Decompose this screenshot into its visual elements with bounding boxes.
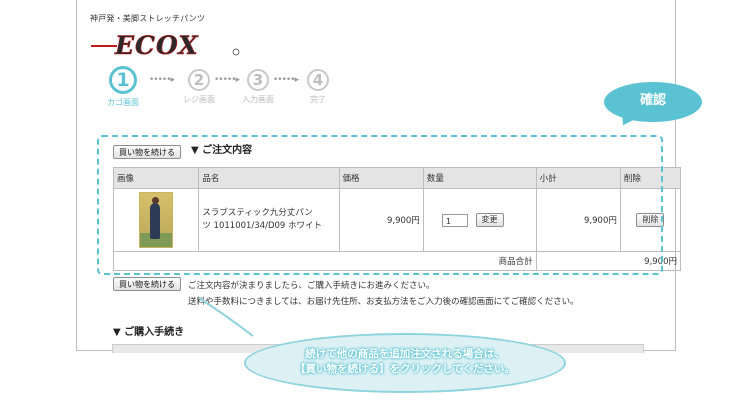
- step-1-number: 1: [109, 66, 137, 94]
- step-arrow-1: •••••▸: [149, 75, 175, 85]
- step-1-label: カゴ画面: [107, 98, 139, 107]
- logo-text: ECOX: [114, 31, 199, 60]
- proceed-note: ご注文内容が決まりましたら、ご購入手続きにお進みください。: [188, 281, 435, 291]
- step-4-label: 完了: [310, 95, 326, 104]
- step-arrow-3: •••••▸: [273, 75, 299, 85]
- step-3-label: 入力画面: [242, 95, 274, 104]
- purchase-section-title: ▼ ご購入手続き: [113, 327, 185, 338]
- step-4-number: 4: [307, 69, 329, 91]
- confirm-badge: 確認: [604, 82, 702, 122]
- step-1: 1 カゴ画面: [103, 66, 143, 108]
- step-3-number: 3: [247, 69, 269, 91]
- step-arrow-2: •••••▸: [214, 75, 240, 85]
- step-2-label: レジ画面: [183, 95, 215, 104]
- continue-shopping-button-bottom[interactable]: 買い物を続ける: [113, 277, 181, 291]
- instruction-line2: 【買い物を続ける】をクリックしてください。: [295, 363, 515, 375]
- instruction-line1: 続けて他の商品を追加注文される場合は、: [305, 348, 505, 360]
- ecox-logo[interactable]: ECOX: [91, 30, 243, 60]
- step-2: 2 レジ画面: [179, 66, 219, 105]
- tagline: 神戸発・美脚ストレッチパンツ: [90, 14, 206, 23]
- step-3: 3 入力画面: [238, 66, 278, 105]
- highlight-frame: [97, 135, 663, 275]
- bubble-pointer: [198, 297, 254, 337]
- checkout-steps: 1 カゴ画面 •••••▸ 2 レジ画面 •••••▸ 3 入力画面 •••••…: [107, 66, 347, 116]
- instruction-text: 続けて他の商品を追加注文される場合は、 【買い物を続ける】をクリックしてください…: [244, 347, 566, 377]
- step-4: 4 完了: [298, 66, 338, 105]
- step-2-number: 2: [188, 69, 210, 91]
